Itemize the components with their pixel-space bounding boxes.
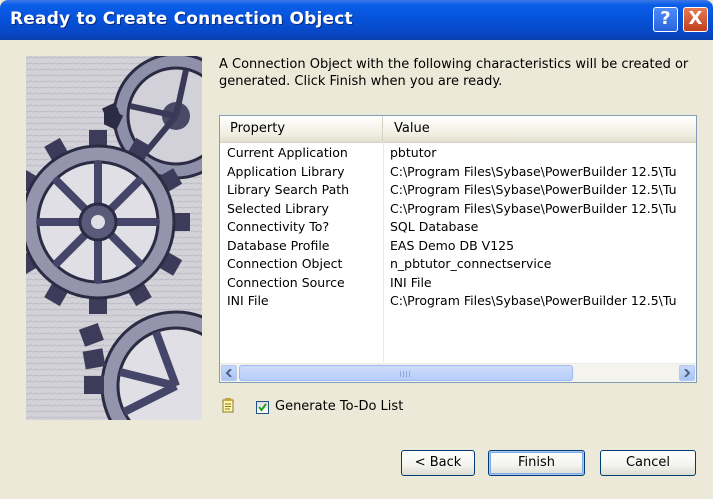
value-cell: C:\Program Files\Sybase\PowerBuilder 12.… [390,182,677,197]
property-cell: INI File [227,293,269,308]
scroll-right-button[interactable] [679,365,695,381]
value-cell: pbtutor [390,145,437,160]
value-cell: C:\Program Files\Sybase\PowerBuilder 12.… [390,200,677,216]
value-cell: n_pbtutor_connectservice [390,256,552,271]
chevron-left-icon [225,369,232,377]
description-text: A Connection Object with the following c… [219,57,689,89]
chevron-right-icon [684,369,691,377]
generate-todo-label[interactable]: Generate To-Do List [275,399,403,414]
cancel-button[interactable]: Cancel [600,450,696,476]
scroll-left-button[interactable] [221,365,237,381]
property-cell: Database Profile [227,237,330,253]
list-row[interactable]: Selected Library C:\Program Files\Sybase\… [220,200,696,219]
property-cell: Library Search Path [227,182,350,197]
horizontal-scrollbar[interactable] [220,363,696,382]
property-cell: Application Library [227,163,345,179]
help-button[interactable]: ? [653,7,678,32]
notepad-icon [222,398,234,413]
checkmark-icon [258,403,267,412]
property-cell: Connectivity To? [227,219,330,234]
back-button[interactable]: < Back [401,450,475,476]
list-row[interactable]: Application Library C:\Program Files\Syba… [220,163,696,182]
list-row[interactable]: Connectivity To? SQL Database [220,218,696,237]
list-header: Property Value [220,116,696,143]
close-button[interactable]: X [683,7,708,32]
window-title: Ready to Create Connection Object [10,9,353,29]
value-cell: C:\Program Files\Sybase\PowerBuilder 12.… [390,293,677,308]
gears-image [26,56,202,420]
list-row[interactable]: INI File C:\Program Files\Sybase\PowerBui… [220,292,696,311]
column-header-property[interactable]: Property [220,116,383,141]
value-cell: EAS Demo DB V125 [390,237,515,253]
generate-todo-checkbox[interactable] [256,401,269,414]
property-cell: Selected Library [227,200,329,216]
list-rows: Current Application pbtutor Application L… [220,144,696,311]
gears-illustration [26,56,202,420]
scroll-thumb[interactable] [239,365,573,381]
title-bar[interactable]: Ready to Create Connection Object ? X [0,0,713,40]
finish-button[interactable]: Finish [488,450,585,476]
properties-listview[interactable]: Property Value Current Application pbtuto… [219,115,697,383]
property-cell: Connection Source [227,274,345,290]
list-row[interactable]: Library Search Path C:\Program Files\Syba… [220,181,696,200]
value-cell: SQL Database [390,219,479,234]
scroll-grip [400,371,410,377]
list-row[interactable]: Connection Source INI File [220,274,696,293]
list-row[interactable]: Current Application pbtutor [220,144,696,163]
value-cell: INI File [390,274,432,290]
list-row[interactable]: Connection Object n_pbtutor_connectservic… [220,255,696,274]
property-cell: Current Application [227,145,348,160]
list-row[interactable]: Database Profile EAS Demo DB V125 [220,237,696,256]
value-cell: C:\Program Files\Sybase\PowerBuilder 12.… [390,163,677,179]
dialog-window: Ready to Create Connection Object ? X A … [0,0,713,499]
column-header-value[interactable]: Value [384,116,696,141]
property-cell: Connection Object [227,256,343,271]
